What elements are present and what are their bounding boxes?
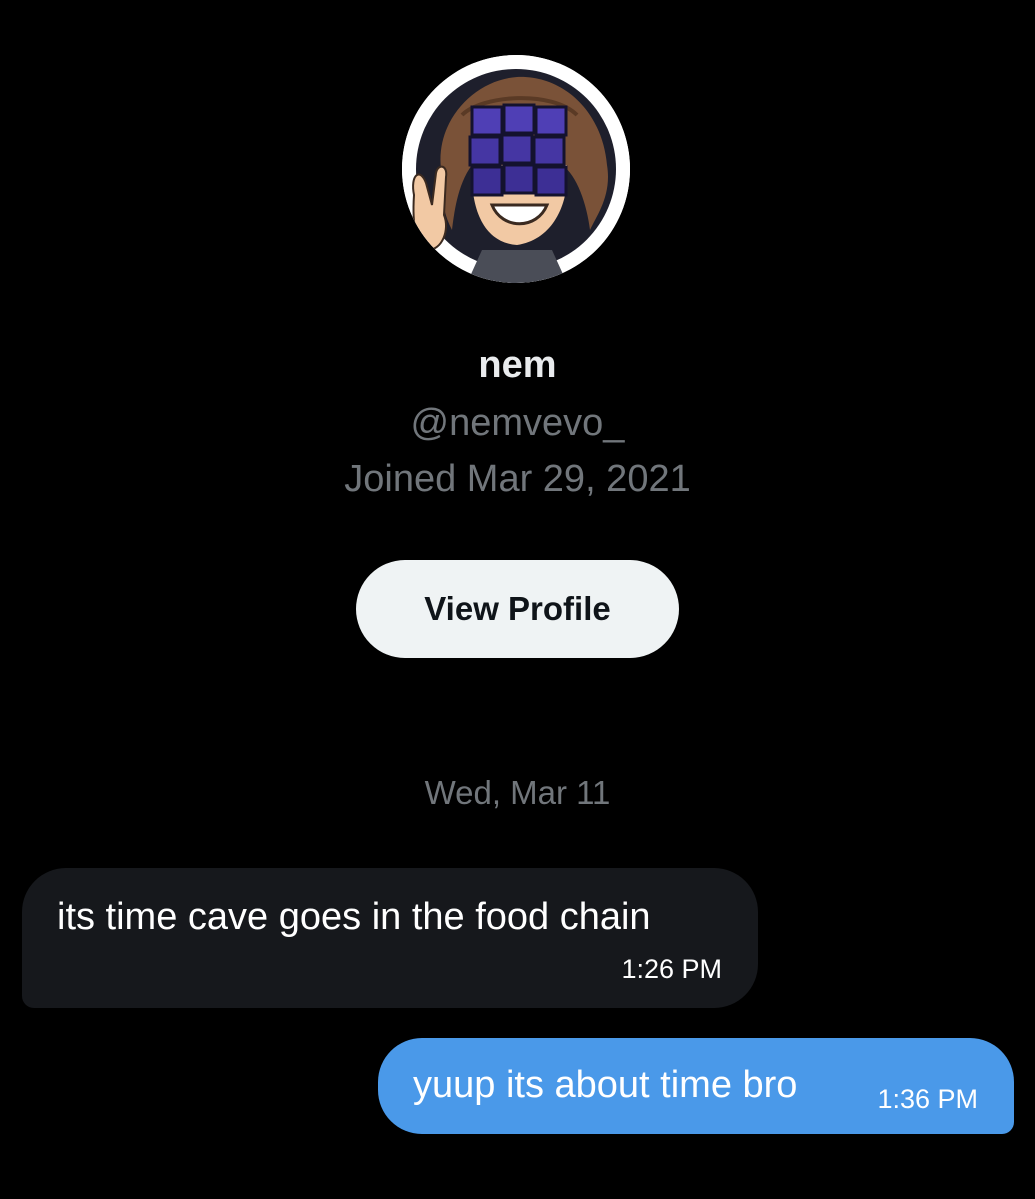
profile-display-name: nem	[478, 344, 557, 386]
message-bubble-incoming[interactable]: its time cave goes in the food chain 1:2…	[22, 868, 758, 1008]
message-timestamp: 1:36 PM	[877, 1084, 978, 1114]
date-separator: Wed, Mar 11	[424, 774, 611, 811]
view-profile-button[interactable]: View Profile	[356, 560, 679, 658]
message-bubble-outgoing[interactable]: yuup its about time bro 1:36 PM	[378, 1038, 1014, 1134]
message-text: its time cave goes in the food chain	[57, 896, 651, 938]
profile-handle: @nemvevo_	[410, 402, 625, 444]
profile-joined-date: Joined Mar 29, 2021	[344, 458, 691, 500]
profile-avatar[interactable]	[402, 55, 630, 283]
message-timestamp: 1:26 PM	[621, 954, 722, 984]
message-text: yuup its about time bro	[413, 1064, 798, 1106]
user-avatar-illustration	[402, 55, 630, 283]
